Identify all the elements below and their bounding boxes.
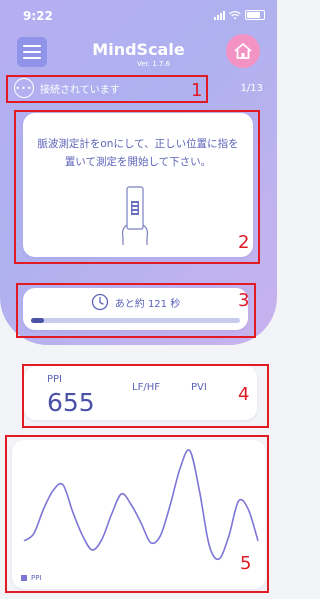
home-icon	[234, 43, 252, 59]
annotation-number-3: 3	[238, 290, 250, 311]
step-counter: 1/13	[240, 83, 263, 94]
annotation-number-2: 2	[238, 232, 250, 253]
status-bar: 9:22	[0, 0, 277, 30]
instruction-card: 脈波測定計をonにして、正しい位置に指を置いて測定を開始して下さい。	[23, 113, 253, 257]
connection-icon: •••	[14, 78, 34, 98]
metrics-card: PPI 655 LF/HF PVI	[24, 366, 257, 420]
ppi-chart	[23, 449, 259, 561]
pulse-sensor-icon	[121, 186, 149, 245]
timer-card: あと約 121 秒	[23, 288, 248, 330]
annotation-number-4: 4	[238, 384, 250, 405]
ppi-chart-card: PPI	[12, 440, 266, 589]
status-icons	[214, 10, 265, 20]
annotation-number-1: 1	[191, 80, 203, 101]
progress-bar	[31, 318, 240, 323]
lfhf-label: LF/HF	[132, 382, 160, 393]
wifi-icon	[229, 10, 241, 19]
signal-icon	[214, 10, 225, 20]
pvi-label: PVI	[191, 382, 207, 393]
legend-label: PPI	[31, 574, 42, 582]
battery-icon	[245, 10, 265, 20]
chart-legend: PPI	[21, 574, 42, 582]
clock-icon	[91, 293, 108, 311]
home-button[interactable]	[226, 34, 260, 68]
status-time: 9:22	[23, 9, 53, 23]
progress-fill	[31, 318, 44, 323]
ppi-value: 655	[47, 388, 95, 417]
legend-swatch	[21, 575, 27, 581]
instruction-text: 脈波測定計をonにして、正しい位置に指を置いて測定を開始して下さい。	[37, 138, 239, 168]
annotation-number-5: 5	[240, 553, 252, 574]
timer-text: あと約 121 秒	[114, 298, 181, 310]
ppi-series-line	[23, 449, 259, 561]
connection-status: ••• 接続されています	[14, 78, 120, 98]
ppi-label: PPI	[47, 374, 63, 385]
connection-text: 接続されています	[40, 84, 120, 96]
timer-row: あと約 121 秒	[23, 293, 248, 311]
